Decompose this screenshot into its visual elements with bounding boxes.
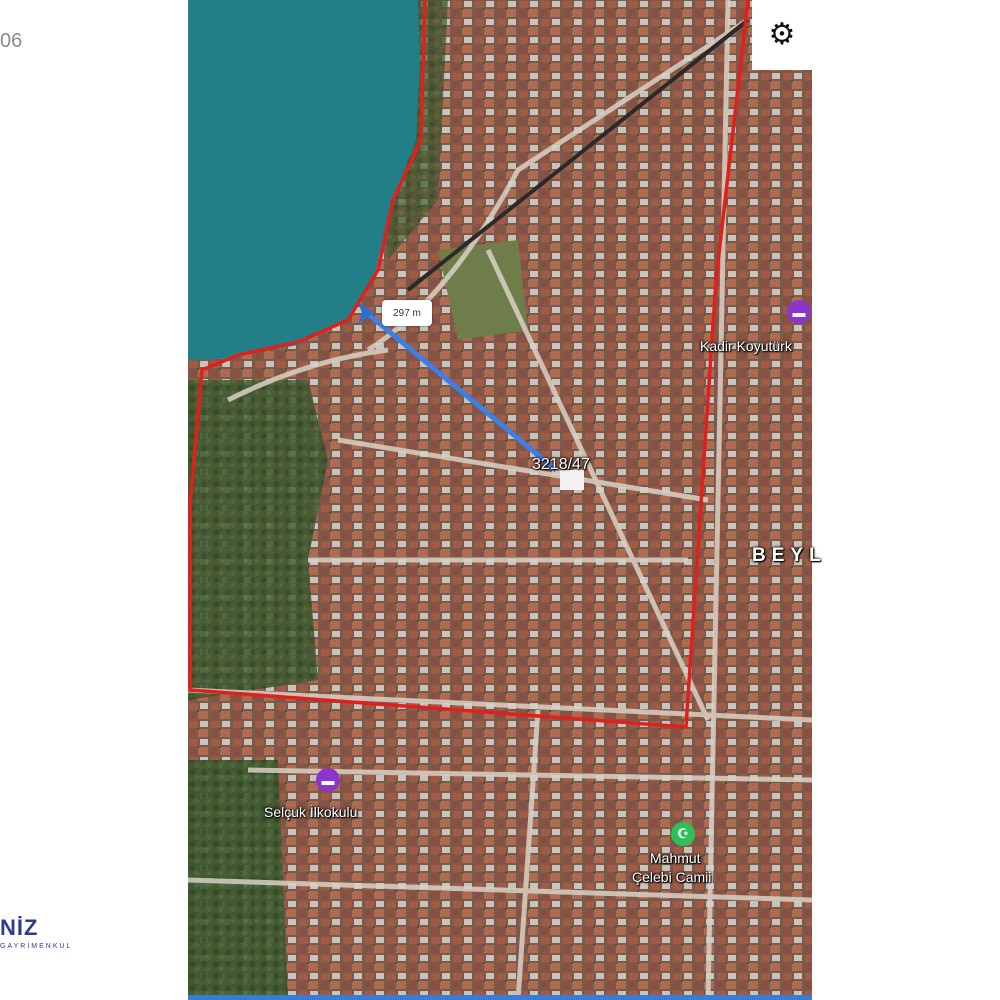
place-label-mahmut: Mahmut [650,850,701,866]
brand-subtitle: GAYRİMENKUL [0,943,73,950]
frame-number: 06 [0,30,23,52]
brand-name: NİZ [0,915,39,940]
place-label-celebi: Çelebi Camii [632,869,712,885]
gear-icon: ⚙ [768,18,796,51]
bottom-bar [188,995,812,1000]
school-icon[interactable]: ▬ [316,768,340,792]
tree-area-west [188,380,328,700]
school-icon[interactable]: ▬ [787,300,811,324]
brand-logo: NİZ GAYRİMENKUL [0,905,70,975]
satellite-map[interactable] [188,0,812,1000]
settings-button[interactable]: ⚙ [752,0,812,70]
district-label: BEYL [752,545,827,566]
place-label-kadir: Kadir Koyutürk [700,338,792,354]
right-margin [812,0,1000,1000]
distance-label: 297 m [382,300,432,326]
parcel-label: 3218/47 [532,456,590,473]
left-margin [0,0,188,1000]
map-canvas [188,0,812,1000]
mosque-icon[interactable]: ☪ [671,822,695,846]
location-marker-icon[interactable] [356,300,376,326]
place-label-selcuk: Selçuk İlkokulu [264,804,358,820]
